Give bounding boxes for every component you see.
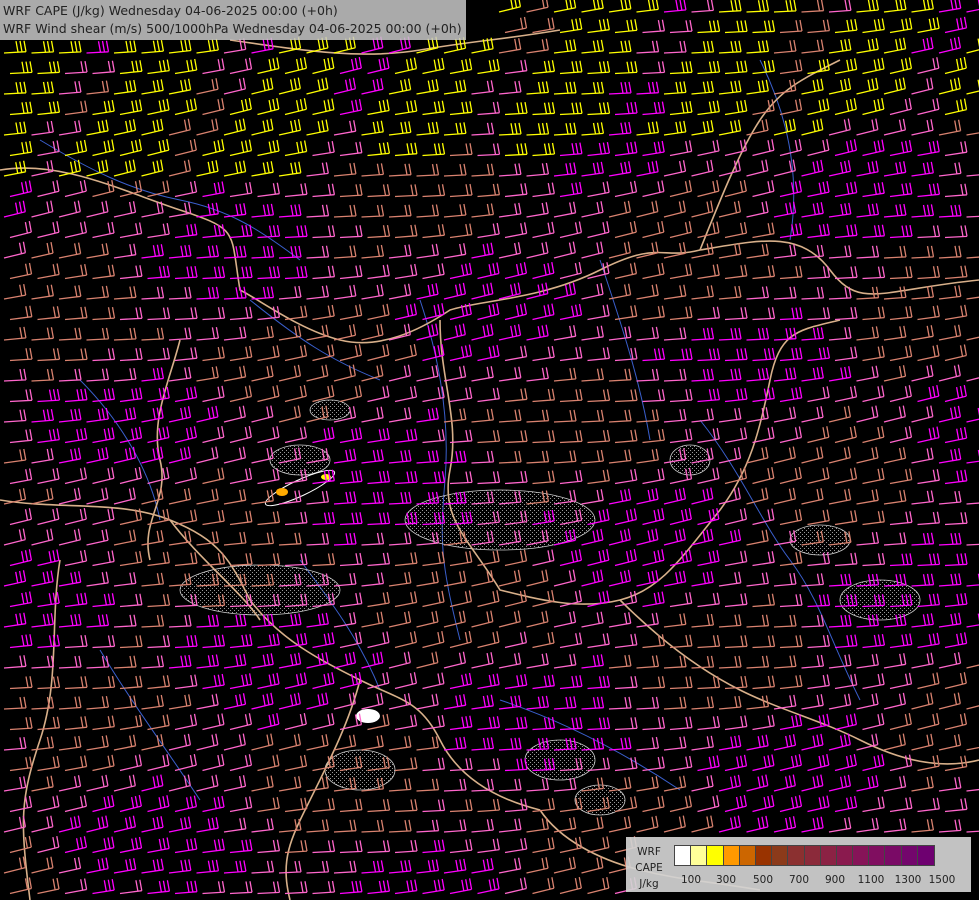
legend-swatch — [691, 846, 708, 865]
legend-swatch — [853, 846, 870, 865]
legend-swatch — [675, 846, 692, 865]
legend-label-variable: CAPE — [635, 862, 663, 874]
cape-title: WRF CAPE (J/kg) Wednesday 04-06-2025 00:… — [3, 3, 338, 18]
legend-swatch — [885, 846, 902, 865]
legend-label-model: WRF — [637, 846, 661, 858]
legend-swatch — [804, 846, 821, 865]
legend-tick-label: 300 — [715, 874, 737, 886]
legend-swatch — [739, 846, 756, 865]
legend-tick-label: 700 — [788, 874, 810, 886]
legend-swatch — [869, 846, 886, 865]
cape-contour — [276, 488, 288, 496]
cape-legend: WRF CAPE J/kg 100 300 500 700 900 1100 1300 150… — [626, 837, 971, 892]
windshear-title: WRF Wind shear (m/s) 500/1000hPa Wednesd… — [3, 21, 462, 36]
legend-tick-label: 1500 — [928, 874, 956, 886]
cape-contour — [179, 564, 341, 616]
cape-windshear-map — [0, 0, 979, 900]
legend-swatch — [836, 846, 854, 865]
legend-swatch — [707, 846, 724, 865]
legend-swatch — [788, 846, 805, 865]
cape-contour — [789, 524, 851, 556]
legend-tick-label: 500 — [752, 874, 774, 886]
legend-swatch — [901, 846, 918, 865]
legend-swatch — [755, 846, 773, 865]
legend-tick-label: 100 — [680, 874, 702, 886]
legend-label-unit: J/kg — [639, 878, 659, 890]
map-title-box: WRF CAPE (J/kg) Wednesday 04-06-2025 00:… — [0, 0, 466, 40]
legend-swatch — [772, 846, 789, 865]
legend-color-scale — [674, 845, 935, 866]
legend-swatch — [917, 846, 934, 865]
cape-contour — [524, 739, 596, 781]
legend-swatch — [820, 846, 837, 865]
cape-contour — [324, 749, 396, 791]
cape-contour — [309, 399, 351, 421]
legend-tick-label: 1100 — [857, 874, 885, 886]
legend-swatch — [723, 846, 740, 865]
legend-tick-label: 900 — [824, 874, 846, 886]
